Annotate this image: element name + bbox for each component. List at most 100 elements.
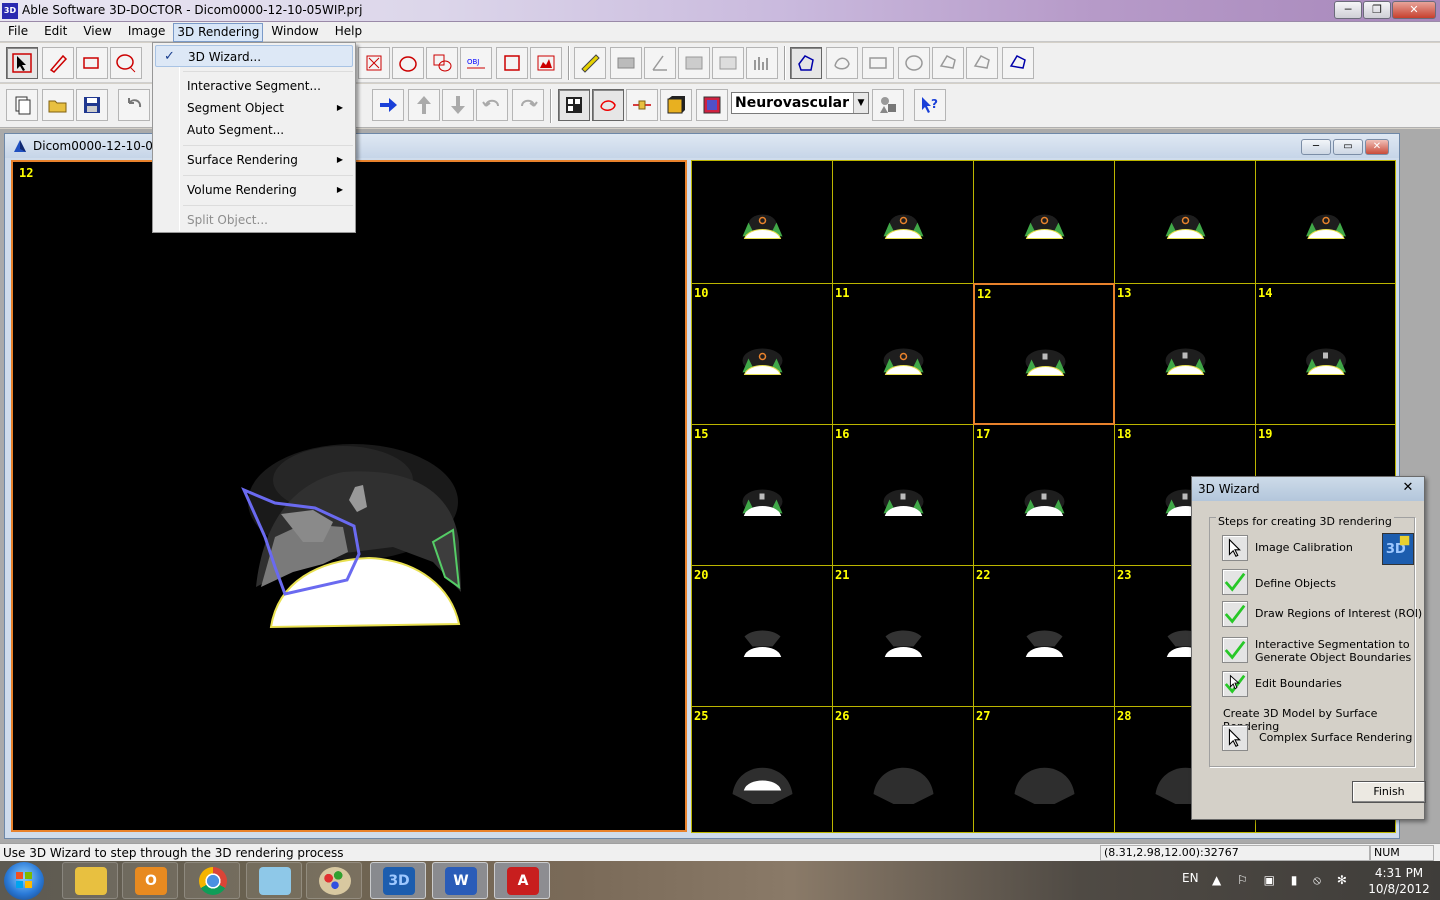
minimize-button[interactable]: ─ bbox=[1334, 1, 1362, 19]
delete-roi-button[interactable] bbox=[1002, 47, 1034, 79]
menu-item-auto-segment[interactable]: Auto Segment... bbox=[155, 119, 353, 141]
fit-object-button[interactable] bbox=[496, 47, 528, 79]
menu-item-volume-rendering[interactable]: Volume Rendering ▶ bbox=[155, 179, 353, 201]
taskbar-acrobat-button[interactable]: A bbox=[494, 862, 550, 899]
slice-thumbnail[interactable]: 22 bbox=[973, 565, 1115, 707]
render-window-button[interactable] bbox=[696, 89, 728, 121]
draw-rectangle-button[interactable] bbox=[76, 47, 108, 79]
angle-button[interactable] bbox=[644, 47, 676, 79]
open-button[interactable] bbox=[42, 89, 74, 121]
draw-boundary-button[interactable] bbox=[42, 47, 74, 79]
draw-ellipse-button[interactable] bbox=[110, 47, 142, 79]
copy-button[interactable] bbox=[6, 89, 38, 121]
system-tray-icons[interactable]: ▲ ⚐ ▣ ▮ ⦸ ✻ bbox=[1212, 873, 1353, 888]
slice-thumbnail[interactable]: 17 bbox=[973, 424, 1115, 566]
slice-thumbnail[interactable]: 15 bbox=[691, 424, 833, 566]
volume-button[interactable] bbox=[660, 89, 692, 121]
object-label-button[interactable]: OBJ bbox=[460, 47, 492, 79]
maximize-button[interactable]: ❐ bbox=[1363, 1, 1391, 19]
taskbar-chrome-button[interactable] bbox=[184, 862, 240, 899]
slice-thumbnail[interactable]: 25 bbox=[691, 706, 833, 833]
area-button[interactable] bbox=[678, 47, 710, 79]
doc-close-button[interactable]: ✕ bbox=[1365, 139, 1389, 155]
finish-button[interactable]: Finish bbox=[1352, 781, 1426, 803]
next-slice-button[interactable] bbox=[372, 89, 404, 121]
taskbar-notepad-button[interactable] bbox=[246, 862, 302, 899]
slice-thumbnail[interactable] bbox=[691, 160, 833, 284]
slice-down-button[interactable] bbox=[442, 89, 474, 121]
menu-edit[interactable]: Edit bbox=[36, 22, 75, 41]
rotate-right-button[interactable] bbox=[512, 89, 544, 121]
menu-window[interactable]: Window bbox=[263, 22, 326, 41]
menu-file[interactable]: File bbox=[0, 22, 36, 41]
slice-thumbnail[interactable]: 21 bbox=[832, 565, 974, 707]
help-button[interactable]: ? bbox=[914, 89, 946, 121]
menu-3d-rendering[interactable]: 3D Rendering bbox=[173, 23, 264, 42]
taskbar-explorer-button[interactable] bbox=[62, 862, 118, 899]
menu-item-interactive-segment[interactable]: Interactive Segment... bbox=[155, 75, 353, 97]
slice-thumbnail[interactable] bbox=[973, 160, 1115, 284]
slice-thumbnail[interactable]: 13 bbox=[1114, 283, 1256, 425]
chart-button[interactable] bbox=[746, 47, 778, 79]
freehand-button[interactable] bbox=[826, 47, 858, 79]
rect-roi-button[interactable] bbox=[862, 47, 894, 79]
menu-help[interactable]: Help bbox=[327, 22, 370, 41]
slice-thumbnail[interactable] bbox=[1114, 160, 1256, 284]
slice-thumbnail[interactable]: 11 bbox=[832, 283, 974, 425]
image-calibration-button[interactable] bbox=[1222, 535, 1248, 561]
montage-view-button[interactable] bbox=[558, 89, 590, 121]
taskbar-paint-button[interactable] bbox=[306, 862, 362, 899]
language-indicator[interactable]: EN bbox=[1182, 871, 1199, 885]
ellipse-roi-button[interactable] bbox=[898, 47, 930, 79]
slice-thumbnail[interactable] bbox=[1255, 160, 1396, 284]
undo-button[interactable] bbox=[118, 89, 150, 121]
slice-thumbnail[interactable]: 16 bbox=[832, 424, 974, 566]
define-objects-button[interactable] bbox=[1222, 569, 1248, 595]
copy-object-button[interactable] bbox=[426, 47, 458, 79]
object-ellipse-button[interactable] bbox=[392, 47, 424, 79]
wizard-title-bar[interactable]: 3D Wizard ✕ bbox=[1192, 477, 1424, 501]
main-slice-view[interactable]: 12 bbox=[11, 160, 687, 832]
rotate-left-button[interactable] bbox=[476, 89, 508, 121]
taskbar-outlook-button[interactable]: O bbox=[122, 862, 178, 899]
close-button[interactable]: ✕ bbox=[1392, 1, 1436, 19]
polygon-roi-button[interactable] bbox=[932, 47, 964, 79]
edit-boundary-button[interactable] bbox=[790, 47, 822, 79]
doc-minimize-button[interactable]: ─ bbox=[1301, 139, 1331, 155]
measure-button[interactable] bbox=[574, 47, 606, 79]
bridge-button[interactable] bbox=[610, 47, 642, 79]
draw-roi-button[interactable] bbox=[1222, 601, 1248, 627]
slice-up-button[interactable] bbox=[408, 89, 440, 121]
menu-item-surface-rendering[interactable]: Surface Rendering ▶ bbox=[155, 149, 353, 171]
select-tool-button[interactable] bbox=[6, 47, 38, 79]
slice-thumbnail[interactable]: 20 bbox=[691, 565, 833, 707]
slice-thumbnail[interactable]: 10 bbox=[691, 283, 833, 425]
slice-thumbnail[interactable]: 14 bbox=[1255, 283, 1396, 425]
menu-view[interactable]: View bbox=[75, 22, 119, 41]
slice-thumbnail[interactable]: 12 bbox=[973, 283, 1115, 425]
taskbar-word-button[interactable]: W bbox=[432, 862, 488, 899]
delete-object-button[interactable] bbox=[358, 47, 390, 79]
boundary-view-button[interactable] bbox=[592, 89, 624, 121]
wizard-close-button[interactable]: ✕ bbox=[1396, 479, 1420, 497]
profile-button[interactable] bbox=[712, 47, 744, 79]
object-select-combo[interactable]: Neurovascular Bu ▼ bbox=[731, 92, 869, 114]
doc-maximize-button[interactable]: ▭ bbox=[1333, 139, 1363, 155]
histogram-button[interactable] bbox=[530, 47, 562, 79]
move-roi-button[interactable] bbox=[966, 47, 998, 79]
slice-thumbnail[interactable] bbox=[832, 160, 974, 284]
interactive-segmentation-button[interactable] bbox=[1222, 637, 1248, 663]
object-manager-button[interactable] bbox=[872, 89, 904, 121]
slice-thumbnail[interactable]: 27 bbox=[973, 706, 1115, 833]
menu-image[interactable]: Image bbox=[120, 22, 174, 41]
chevron-down-icon[interactable]: ▼ bbox=[853, 93, 868, 113]
edit-boundaries-button[interactable] bbox=[1222, 671, 1248, 697]
taskbar-3d-doctor-button[interactable]: 3D bbox=[370, 862, 426, 899]
menu-item-3d-wizard[interactable]: ✓ 3D Wizard... bbox=[155, 45, 353, 67]
start-button[interactable] bbox=[4, 862, 44, 900]
save-button[interactable] bbox=[76, 89, 108, 121]
scale-bar-button[interactable] bbox=[626, 89, 658, 121]
complex-surface-rendering-button[interactable] bbox=[1222, 725, 1248, 751]
clock[interactable]: 4:31 PM 10/8/2012 bbox=[1362, 865, 1436, 897]
menu-item-segment-object[interactable]: Segment Object ▶ bbox=[155, 97, 353, 119]
